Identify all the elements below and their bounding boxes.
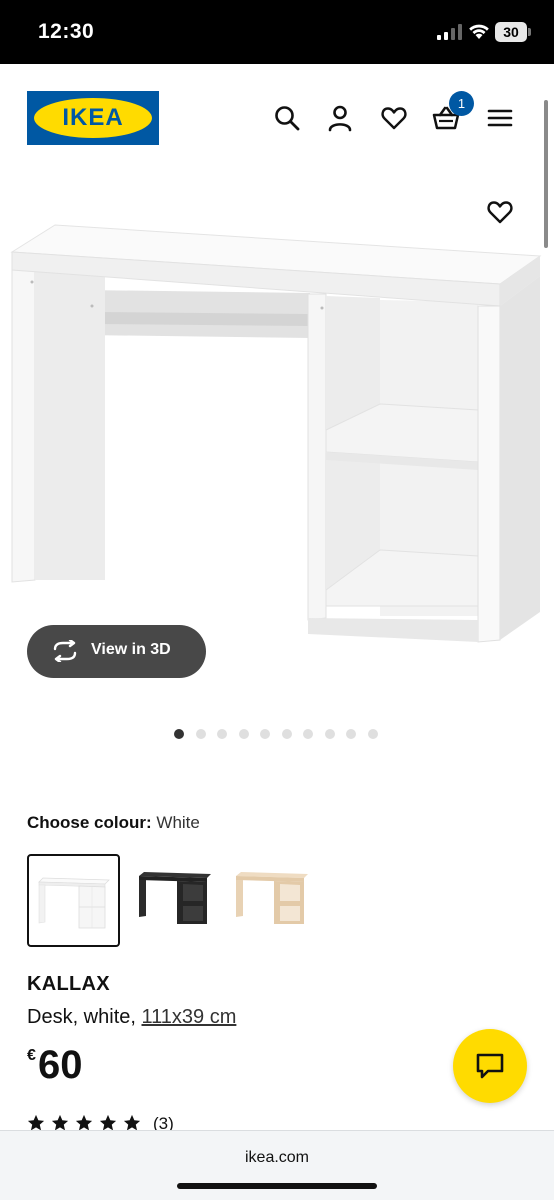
heart-icon[interactable] bbox=[380, 104, 408, 132]
desk-thumbnail-white bbox=[38, 877, 110, 929]
site-header: IKEA 1 bbox=[0, 64, 554, 174]
image-carousel-dots[interactable] bbox=[174, 728, 384, 740]
product-description-text: Desk, white, bbox=[27, 1006, 136, 1028]
logo-text: IKEA bbox=[62, 104, 124, 131]
view-in-3d-button[interactable]: View in 3D bbox=[27, 625, 206, 678]
favorite-heart-icon[interactable] bbox=[486, 198, 514, 226]
battery-level: 30 bbox=[503, 24, 519, 40]
product-image[interactable] bbox=[0, 175, 554, 700]
carousel-dot[interactable] bbox=[346, 729, 356, 739]
colour-swatch-black-brown[interactable] bbox=[133, 854, 226, 947]
wifi-icon bbox=[469, 24, 489, 39]
desk-thumbnail-oak bbox=[236, 872, 308, 924]
carousel-dot[interactable] bbox=[238, 729, 249, 739]
colour-chooser-label: Choose colour: White bbox=[27, 813, 200, 833]
user-icon[interactable] bbox=[326, 104, 354, 132]
carousel-dot[interactable] bbox=[303, 729, 313, 739]
search-icon[interactable] bbox=[273, 104, 301, 132]
price-currency: € bbox=[27, 1047, 36, 1064]
browser-address-bar[interactable]: ikea.com bbox=[0, 1130, 554, 1200]
price-amount: 60 bbox=[38, 1043, 83, 1087]
carousel-dot[interactable] bbox=[217, 729, 227, 739]
view-in-3d-label: View in 3D bbox=[91, 641, 171, 658]
chat-button[interactable] bbox=[453, 1029, 527, 1103]
ikea-logo[interactable]: IKEA bbox=[27, 91, 159, 145]
menu-icon[interactable] bbox=[486, 104, 514, 132]
url-text: ikea.com bbox=[244, 1149, 310, 1166]
rotate-3d-icon bbox=[53, 640, 77, 662]
home-indicator[interactable] bbox=[177, 1183, 377, 1189]
carousel-dot[interactable] bbox=[281, 729, 292, 739]
carousel-dot[interactable] bbox=[260, 729, 270, 739]
carousel-dot[interactable] bbox=[174, 729, 184, 739]
carousel-dot[interactable] bbox=[195, 729, 206, 739]
carousel-dot[interactable] bbox=[367, 729, 378, 739]
battery-icon: 30 bbox=[495, 22, 531, 42]
product-dimensions-link[interactable]: 111x39 cm bbox=[142, 1006, 237, 1028]
cart-count-badge: 1 bbox=[449, 91, 474, 116]
status-bar: 12:30 30 bbox=[0, 0, 554, 64]
chat-bubble-icon bbox=[476, 1053, 504, 1079]
carousel-dot[interactable] bbox=[324, 729, 335, 739]
colour-swatch-white-stained-oak[interactable] bbox=[230, 854, 323, 947]
colour-swatch-white[interactable] bbox=[27, 854, 120, 947]
product-name: KALLAX bbox=[27, 973, 110, 995]
product-description: Desk, white, 111x39 cm bbox=[27, 1006, 236, 1029]
selected-colour-value: White bbox=[156, 813, 200, 832]
choose-colour-heading: Choose colour: bbox=[27, 813, 152, 832]
cellular-signal-icon bbox=[437, 24, 462, 40]
status-time: 12:30 bbox=[38, 20, 95, 43]
desk-thumbnail-black-brown bbox=[139, 872, 211, 924]
